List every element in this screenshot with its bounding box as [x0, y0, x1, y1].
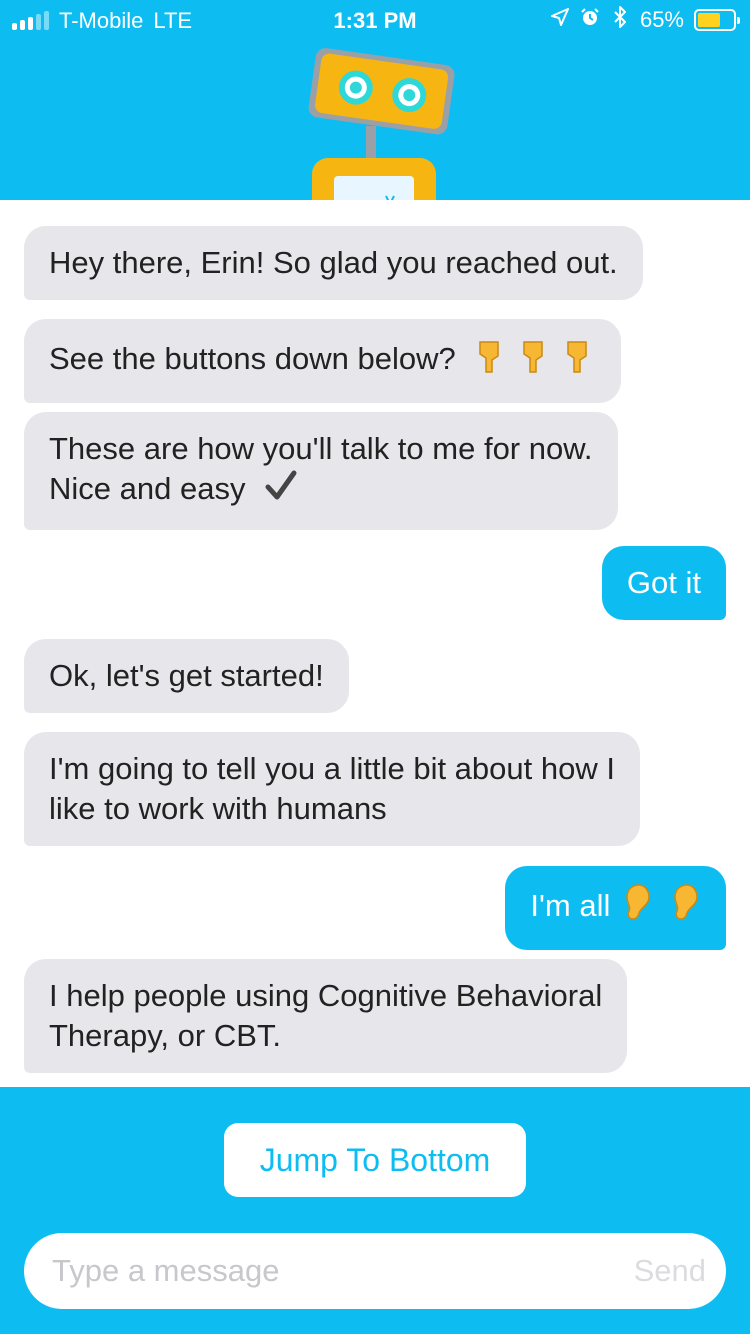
- chat-thread[interactable]: Hey there, Erin! So glad you reached out…: [0, 200, 750, 1087]
- message-line-2: like to work with humans: [49, 791, 387, 826]
- bot-message-bubble: I'm going to tell you a little bit about…: [24, 732, 640, 846]
- message-composer: Send: [24, 1233, 726, 1309]
- user-message-bubble: Got it: [601, 546, 726, 620]
- pointing-down-hand-icons: [474, 336, 596, 386]
- message-line-2: Nice and easy: [49, 471, 246, 507]
- send-button[interactable]: Send: [634, 1233, 706, 1309]
- message-text: See the buttons down below?: [49, 341, 456, 377]
- message-line-2-row: Nice and easy: [49, 469, 593, 513]
- message-line-1: These are how you'll talk to me for now.: [49, 431, 593, 466]
- battery-icon: [694, 9, 740, 31]
- message-line-1: I help people using Cognitive Behavioral: [49, 978, 603, 1013]
- battery-percent: 65%: [639, 7, 684, 32]
- bot-message-bubble: I help people using Cognitive Behavioral…: [24, 959, 628, 1073]
- message-text: Got it: [626, 565, 701, 600]
- message-text: I'm all: [530, 888, 611, 924]
- user-message-bubble: I'm all: [505, 866, 726, 950]
- status-bar: T-Mobile LTE 1:31 PM 65%: [0, 0, 750, 40]
- message-text: Hey there, Erin! So glad you reached out…: [49, 245, 618, 280]
- battery-fill: [698, 13, 721, 27]
- message-text: Ok, let's get started!: [49, 658, 324, 693]
- alarm-icon: [580, 7, 600, 33]
- bot-message-bubble: Ok, let's get started!: [24, 639, 349, 713]
- jump-to-bottom-button[interactable]: Jump To Bottom: [224, 1123, 526, 1197]
- message-line-1: I'm going to tell you a little bit about…: [49, 751, 615, 786]
- bot-message-bubble: Hey there, Erin! So glad you reached out…: [24, 226, 643, 300]
- bluetooth-icon: [610, 6, 630, 34]
- message-input[interactable]: [52, 1233, 612, 1309]
- robot-mascot: [308, 48, 455, 200]
- header: T-Mobile LTE 1:31 PM 65%: [0, 0, 750, 200]
- message-line-2: Therapy, or CBT.: [49, 1018, 282, 1053]
- bot-message-bubble: See the buttons down below?: [24, 319, 622, 403]
- status-right: 65%: [550, 6, 740, 34]
- ear-icons: [621, 883, 701, 933]
- bot-message-bubble: These are how you'll talk to me for now.…: [24, 412, 618, 530]
- location-arrow-icon: [550, 8, 570, 32]
- check-mark-icon: [264, 469, 298, 513]
- footer: Jump To Bottom Send: [0, 1087, 750, 1334]
